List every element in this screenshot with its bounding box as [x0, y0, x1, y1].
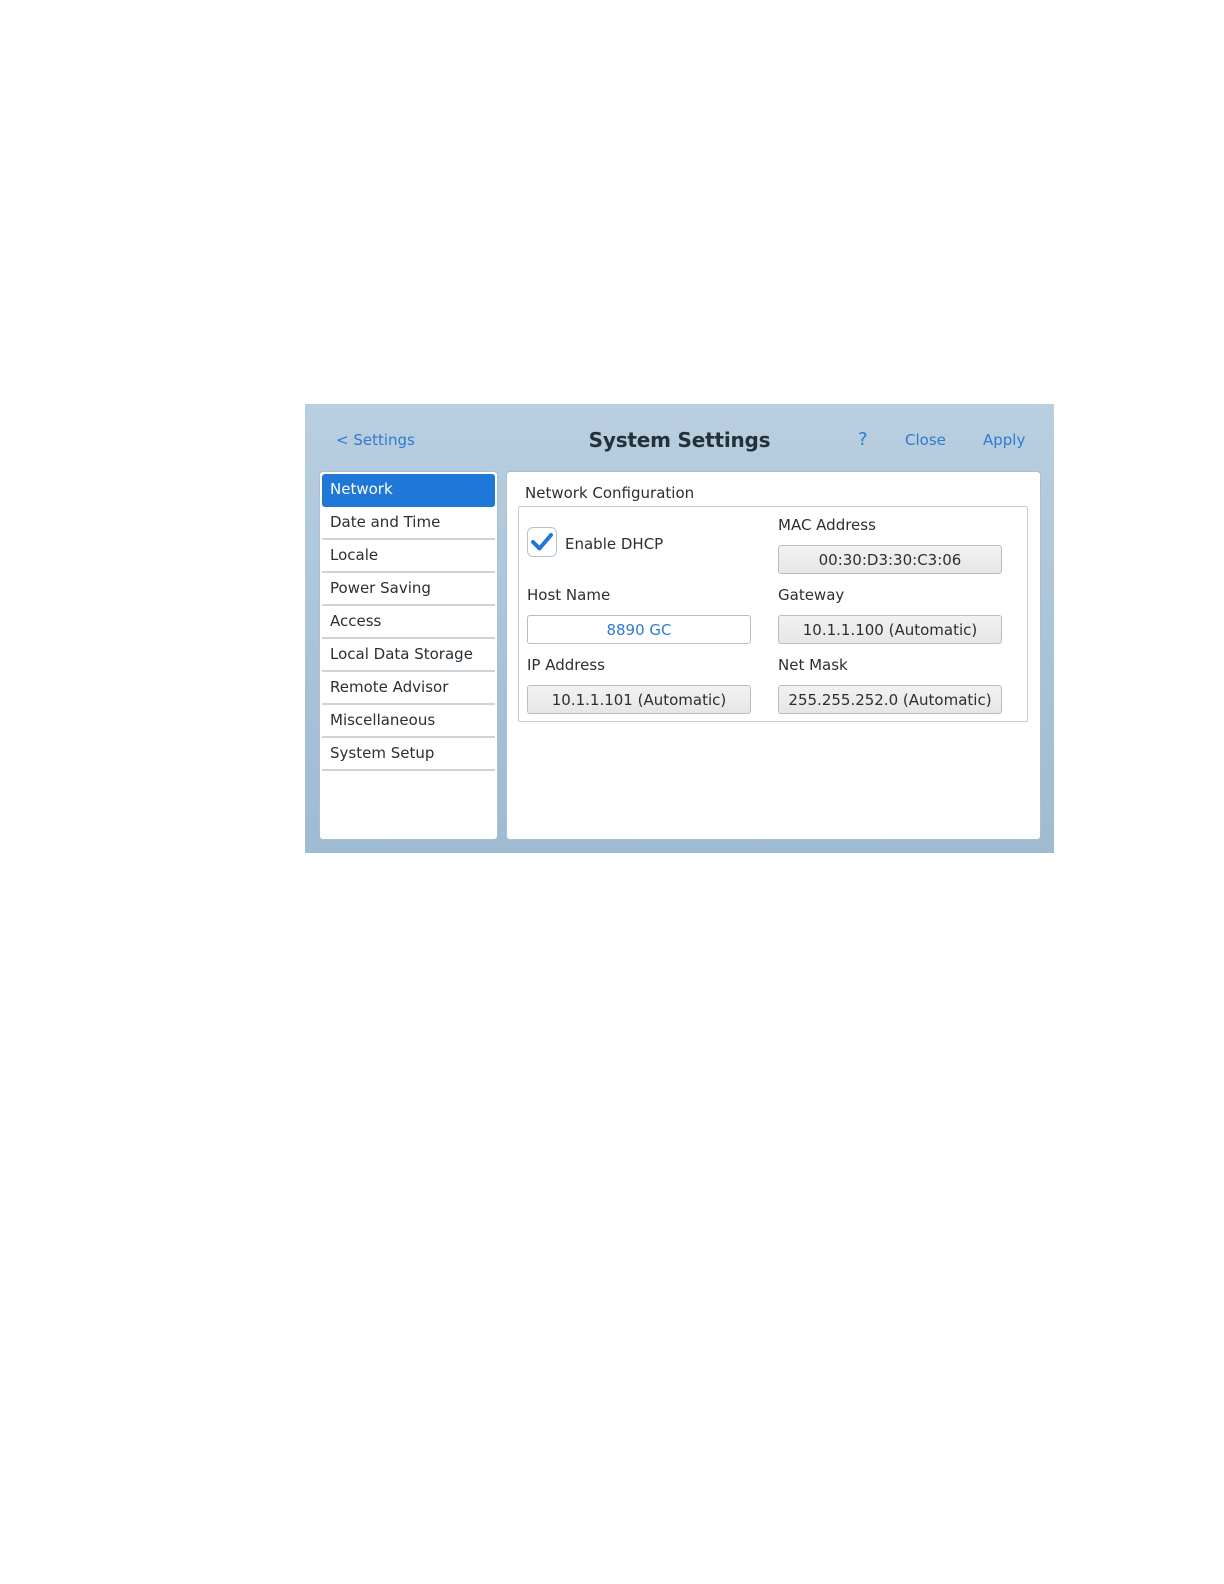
sidebar-item-remote-advisor[interactable]: Remote Advisor [322, 672, 495, 705]
sidebar-item-network[interactable]: Network [322, 474, 495, 507]
system-settings-screen: < Settings System Settings ? Close Apply… [305, 404, 1054, 853]
enable-dhcp-checkbox[interactable] [527, 527, 557, 557]
sidebar-item-date-and-time[interactable]: Date and Time [322, 507, 495, 540]
sidebar-item-system-setup[interactable]: System Setup [322, 738, 495, 771]
header-bar: < Settings System Settings ? Close Apply [305, 404, 1054, 472]
enable-dhcp-label: Enable DHCP [565, 535, 664, 553]
ip-address-label: IP Address [527, 656, 605, 674]
sidebar-item-local-data-storage[interactable]: Local Data Storage [322, 639, 495, 672]
section-title: Network Configuration [525, 484, 695, 502]
mac-address-label: MAC Address [778, 516, 876, 534]
sidebar-item-locale[interactable]: Locale [322, 540, 495, 573]
network-panel: Network Configuration Enable DHCP Host N… [507, 472, 1040, 839]
sidebar-item-miscellaneous[interactable]: Miscellaneous [322, 705, 495, 738]
close-button[interactable]: Close [905, 431, 946, 449]
gateway-label: Gateway [778, 586, 845, 604]
mac-address-field: 00:30:D3:30:C3:06 [778, 545, 1002, 574]
net-mask-field: 255.255.252.0 (Automatic) [778, 685, 1002, 714]
gateway-field: 10.1.1.100 (Automatic) [778, 615, 1002, 644]
help-button[interactable]: ? [858, 429, 868, 450]
host-name-input[interactable]: 8890 GC [527, 615, 751, 644]
network-config-group: Enable DHCP Host Name 8890 GC IP Address… [518, 506, 1028, 722]
sidebar-item-access[interactable]: Access [322, 606, 495, 639]
net-mask-label: Net Mask [778, 656, 848, 674]
ip-address-field: 10.1.1.101 (Automatic) [527, 685, 751, 714]
apply-button[interactable]: Apply [983, 431, 1025, 449]
host-name-label: Host Name [527, 586, 611, 604]
checkmark-icon [531, 533, 553, 551]
sidebar-item-power-saving[interactable]: Power Saving [322, 573, 495, 606]
settings-sidebar: Network Date and Time Locale Power Savin… [320, 472, 497, 839]
